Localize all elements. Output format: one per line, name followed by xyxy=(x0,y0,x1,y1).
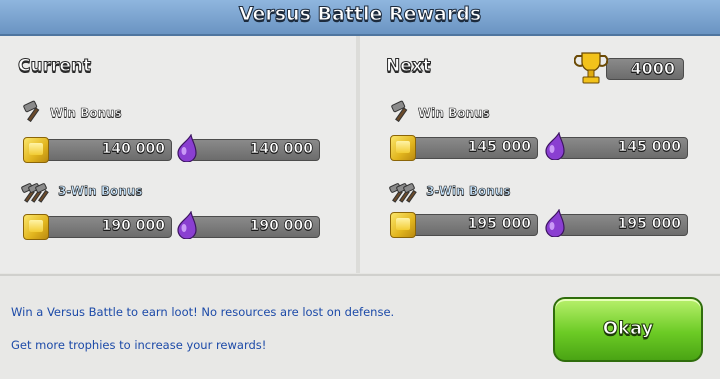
current-win-elixir-bar: 140 000 xyxy=(190,139,320,161)
next-win-gold-value: 145 000 xyxy=(467,139,531,156)
trophy-icon xyxy=(574,52,608,84)
rewards-dialog: Versus Battle Rewards Current Win Bonus … xyxy=(0,0,720,379)
info-line-loot: Win a Versus Battle to earn loot! No res… xyxy=(11,305,395,319)
okay-button-label: Okay xyxy=(602,318,654,340)
hammers-icon xyxy=(389,183,417,203)
elixir-icon xyxy=(545,132,565,160)
okay-button[interactable]: Okay xyxy=(553,297,703,362)
current-win-bonus-label: Win Bonus xyxy=(50,106,122,121)
next-heading: Next xyxy=(386,56,432,77)
dialog-title: Versus Battle Rewards xyxy=(238,3,482,26)
elixir-icon xyxy=(177,211,197,239)
current-win-gold-value: 140 000 xyxy=(101,141,165,158)
next-win-gold-bar: 145 000 xyxy=(408,137,538,159)
next-win-bonus-label: Win Bonus xyxy=(418,106,490,121)
current-three-win-elixir-bar: 190 000 xyxy=(190,216,320,238)
next-three-win-elixir-value: 195 000 xyxy=(617,216,681,233)
hammers-icon xyxy=(21,183,49,203)
next-three-win-bonus-label: 3-Win Bonus xyxy=(426,184,511,199)
current-three-win-gold-bar: 190 000 xyxy=(40,216,172,238)
info-line-trophies: Get more trophies to increase your rewar… xyxy=(11,338,267,352)
current-three-win-elixir-value: 190 000 xyxy=(249,218,313,235)
next-three-win-elixir-bar: 195 000 xyxy=(558,214,688,236)
next-three-win-gold-bar: 195 000 xyxy=(408,214,538,236)
current-heading: Current xyxy=(17,56,92,77)
hammer-icon xyxy=(391,100,408,122)
next-win-elixir-value: 145 000 xyxy=(617,139,681,156)
current-win-elixir-value: 140 000 xyxy=(249,141,313,158)
trophy-count-box: 4000 xyxy=(606,58,684,80)
gold-icon xyxy=(390,212,416,238)
elixir-icon xyxy=(177,134,197,162)
next-win-elixir-bar: 145 000 xyxy=(558,137,688,159)
elixir-icon xyxy=(545,209,565,237)
trophy-count: 4000 xyxy=(630,59,675,79)
gold-icon xyxy=(390,135,416,161)
hammer-icon xyxy=(23,100,40,122)
current-three-win-gold-value: 190 000 xyxy=(101,218,165,235)
current-win-gold-bar: 140 000 xyxy=(40,139,172,161)
gold-icon xyxy=(23,137,49,163)
next-three-win-gold-value: 195 000 xyxy=(467,216,531,233)
gold-icon xyxy=(23,214,49,240)
current-three-win-bonus-label: 3-Win Bonus xyxy=(58,184,143,199)
title-bar: Versus Battle Rewards xyxy=(0,0,720,36)
